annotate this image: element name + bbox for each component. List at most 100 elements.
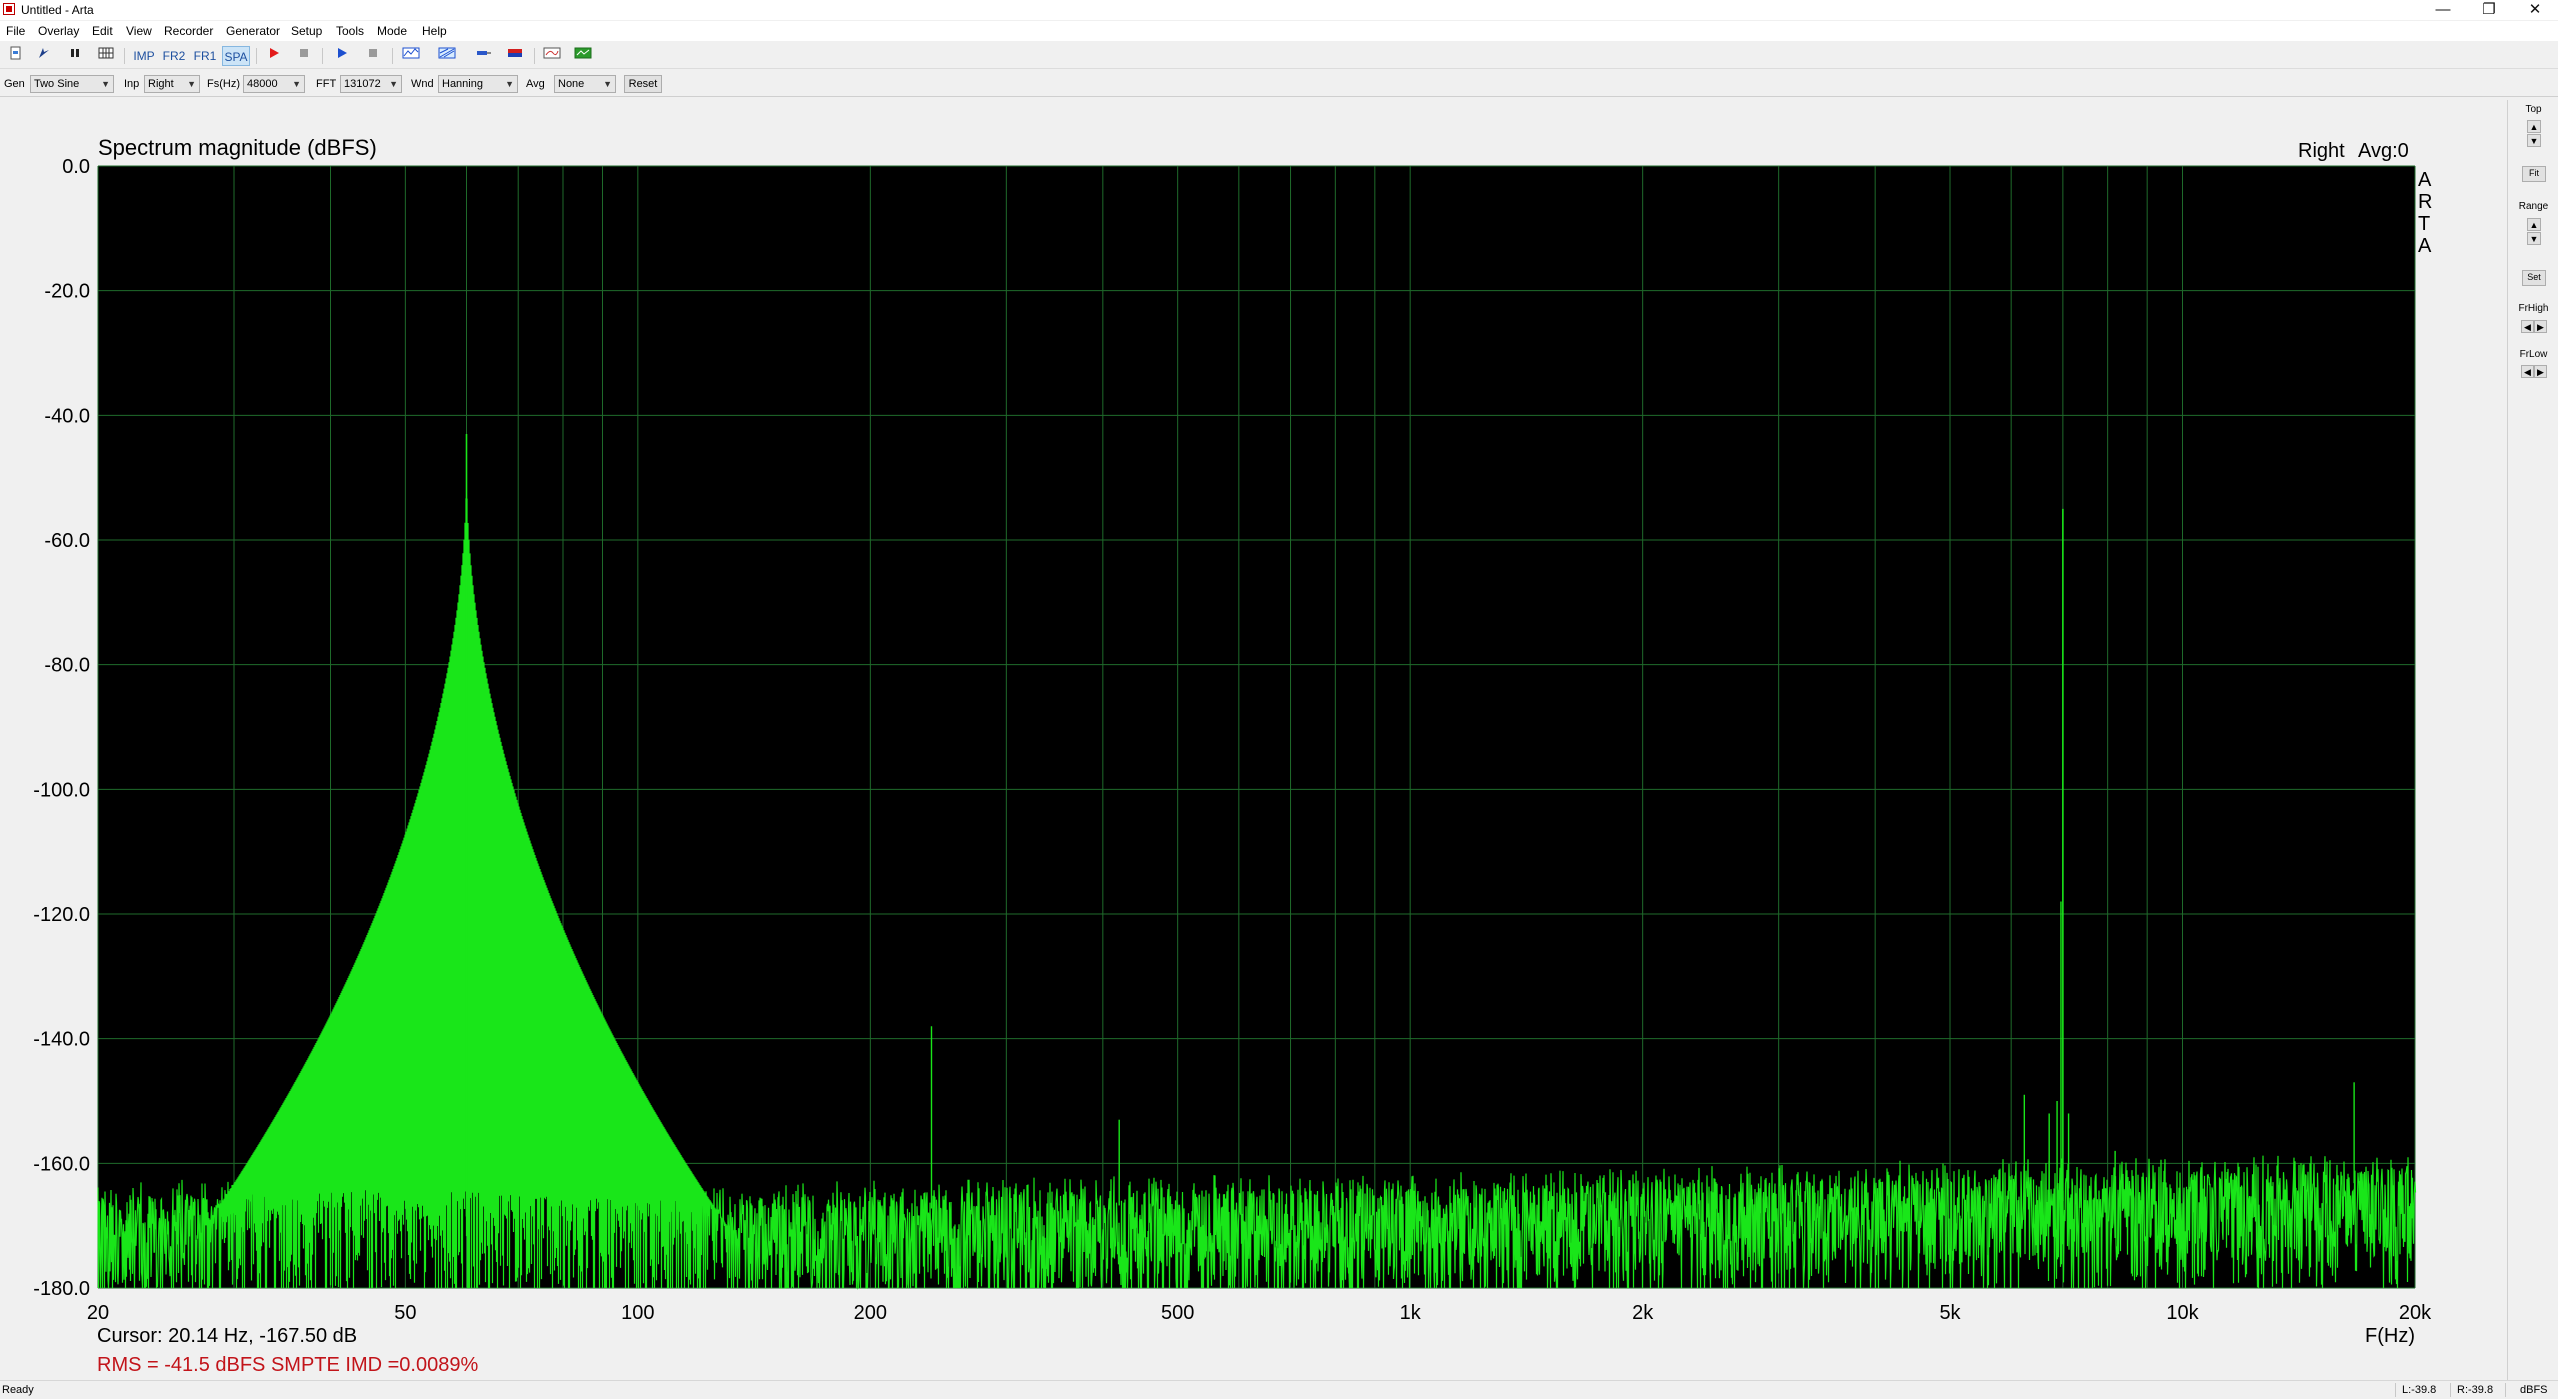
toolbar-separator (256, 48, 257, 64)
status-bar: Ready L:-39.8 R:-39.8 dBFS (0, 1380, 2558, 1399)
menu-mode[interactable]: Mode (377, 24, 407, 38)
x-tick-label: 50 (394, 1302, 416, 1324)
mode-imp-button[interactable]: IMP (130, 46, 158, 66)
open-icon[interactable] (34, 46, 54, 66)
fit-button[interactable]: Fit (2522, 166, 2546, 182)
grid-icon[interactable] (96, 46, 116, 66)
window-select[interactable]: Hanning ▼ (438, 75, 518, 93)
chevron-down-icon: ▼ (292, 79, 301, 89)
x-tick-label: 100 (621, 1302, 654, 1324)
title-bar: Untitled - Arta — ❐ ✕ (0, 0, 2558, 20)
chart-title: Spectrum magnitude (dBFS) (98, 135, 377, 160)
frlow-right-button[interactable]: ▶ (2534, 365, 2547, 378)
arta-app-icon (3, 3, 15, 15)
avg-count-label: Avg:0 (2358, 140, 2409, 162)
x-tick-label: 20k (2399, 1302, 2432, 1324)
analyzer-icon[interactable] (400, 46, 422, 66)
calibrate-icon[interactable] (436, 46, 458, 66)
top-label: Top (2525, 104, 2542, 115)
range-label: Range (2518, 201, 2549, 212)
frhigh-right-button[interactable]: ▶ (2534, 320, 2547, 333)
menu-bar: File Overlay Edit View Recorder Generato… (0, 21, 2558, 41)
y-tick-label: -100.0 (33, 779, 90, 801)
menu-generator[interactable]: Generator (226, 24, 280, 38)
chevron-down-icon: ▼ (389, 79, 398, 89)
gen-label: Gen (4, 78, 25, 90)
graph-icon[interactable] (541, 46, 563, 66)
sample-rate-select[interactable]: 48000 ▼ (243, 75, 305, 93)
range-down-button[interactable]: ▼ (2527, 232, 2541, 245)
record-icon[interactable] (264, 46, 284, 66)
chevron-down-icon: ▼ (101, 79, 110, 89)
menu-overlay[interactable]: Overlay (38, 24, 79, 38)
frhigh-label: FrHigh (2518, 303, 2549, 314)
frlow-left-button[interactable]: ◀ (2521, 365, 2534, 378)
fs-label: Fs(Hz) (207, 78, 240, 90)
toolbar-separator (534, 48, 535, 64)
right-level-readout: R:-39.8 (2457, 1384, 2494, 1396)
mode-spa-button[interactable]: SPA (222, 46, 250, 66)
mode-fr2-button[interactable]: FR2 (160, 46, 188, 66)
rms-imd-readout: RMS = -41.5 dBFS SMPTE IMD =0.0089% (97, 1354, 478, 1376)
channel-label: Right (2298, 140, 2345, 162)
top-up-button[interactable]: ▲ (2527, 120, 2541, 133)
stop-icon[interactable] (363, 46, 383, 66)
menu-help[interactable]: Help (422, 24, 447, 38)
chevron-down-icon: ▼ (505, 79, 514, 89)
menu-file[interactable]: File (6, 24, 25, 38)
x-tick-label: 20 (87, 1302, 109, 1324)
input-select[interactable]: Right ▼ (144, 75, 200, 93)
top-down-button[interactable]: ▼ (2527, 134, 2541, 147)
y-tick-label: -20.0 (44, 281, 90, 303)
new-file-icon[interactable] (6, 46, 26, 66)
frhigh-left-button[interactable]: ◀ (2521, 320, 2534, 333)
generator-select-value: Two Sine (34, 78, 80, 90)
fft-label: FFT (316, 78, 337, 90)
pause-icon[interactable] (65, 46, 85, 66)
fft-size-value: 131072 (344, 78, 381, 90)
side-letter: R (2418, 191, 2432, 213)
export-icon[interactable] (572, 46, 594, 66)
x-tick-labels: 20 50 100 200 500 1k 2k 5k 10k 20k (87, 1302, 2432, 1324)
status-ready: Ready (2, 1384, 34, 1396)
y-tick-label: -140.0 (33, 1029, 90, 1051)
fft-size-select[interactable]: 131072 ▼ (340, 75, 402, 93)
menu-setup[interactable]: Setup (291, 24, 322, 38)
x-tick-label: 200 (854, 1302, 887, 1324)
menu-recorder[interactable]: Recorder (164, 24, 213, 38)
x-axis-label: F(Hz) (2365, 1325, 2415, 1347)
generator-select[interactable]: Two Sine ▼ (30, 75, 114, 93)
minimize-icon[interactable]: — (2420, 0, 2466, 20)
level-icon[interactable] (504, 46, 526, 66)
close-icon[interactable]: ✕ (2512, 0, 2558, 20)
menu-edit[interactable]: Edit (92, 24, 113, 38)
probe-icon[interactable] (473, 46, 495, 66)
x-tick-label: 500 (1161, 1302, 1194, 1324)
menu-tools[interactable]: Tools (336, 24, 364, 38)
input-select-value: Right (148, 78, 174, 90)
menu-view[interactable]: View (126, 24, 152, 38)
arta-side-label: ARTA (2418, 169, 2432, 257)
x-tick-label: 1k (1400, 1302, 1422, 1324)
chevron-down-icon: ▼ (187, 79, 196, 89)
spectrum-chart[interactable]: Spectrum magnitude (dBFS) Right Avg:0 0.… (0, 100, 2507, 1380)
window-select-value: Hanning (442, 78, 483, 90)
set-button[interactable]: Set (2522, 270, 2546, 286)
y-tick-labels: 0.0 -20.0 -40.0 -60.0 -80.0 -100.0 -120.0 -140.… (33, 156, 90, 1300)
unit-readout: dBFS (2520, 1384, 2548, 1396)
status-separator (2450, 1383, 2451, 1397)
inp-label: Inp (124, 78, 140, 90)
y-tick-label: -120.0 (33, 904, 90, 926)
play-icon[interactable] (332, 46, 352, 66)
reset-button[interactable]: Reset (624, 75, 662, 93)
toolbar-separator (392, 48, 393, 64)
side-letter: A (2418, 169, 2432, 191)
y-tick-label: -80.0 (44, 655, 90, 677)
restore-icon[interactable]: ❐ (2466, 0, 2512, 20)
frlow-label: FrLow (2519, 349, 2548, 360)
average-select[interactable]: None ▼ (554, 75, 616, 93)
mode-fr1-button[interactable]: FR1 (191, 46, 219, 66)
cursor-readout: Cursor: 20.14 Hz, -167.50 dB (97, 1325, 357, 1347)
stop-icon[interactable] (294, 46, 314, 66)
range-up-button[interactable]: ▲ (2527, 218, 2541, 231)
